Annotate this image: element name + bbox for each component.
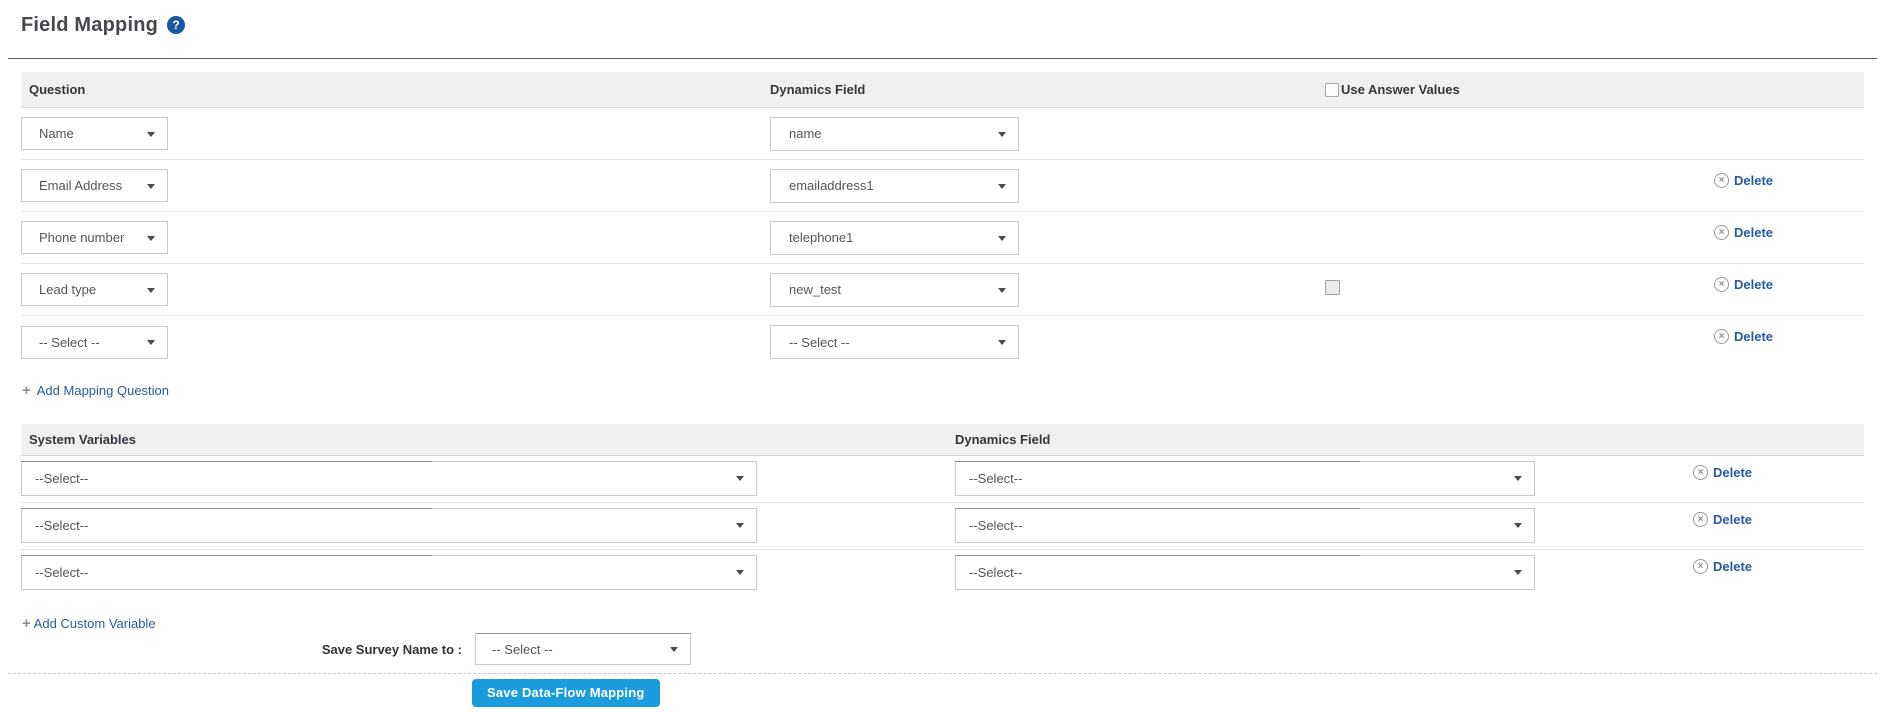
delete-circle-icon: × [1693,465,1708,480]
delete-link[interactable]: × Delete [1714,329,1773,344]
delete-circle-icon: × [1714,173,1729,188]
system-variable-row: --Select-- --Select-- × Delete [21,550,1864,597]
chevron-down-icon [998,236,1006,241]
save-survey-name-row: Save Survey Name to : -- Select -- [21,633,1864,666]
title-row: Field Mapping ? [21,12,1864,38]
dynamics-field-select[interactable]: --Select-- [955,555,1535,590]
question-select[interactable]: Lead type [21,273,168,306]
title-divider [8,58,1877,59]
chevron-down-icon [147,132,155,137]
chevron-down-icon [998,132,1006,137]
dynamics-field-select[interactable]: new_test [770,273,1019,307]
use-answer-values-row-checkbox[interactable] [1325,280,1340,295]
question-mapping-table: Question Dynamics Field Use Answer Value… [21,72,1864,368]
delete-link[interactable]: × Delete [1714,173,1773,188]
chevron-down-icon [670,647,678,652]
system-variables-column-header: System Variables [21,432,955,447]
add-mapping-question-link[interactable]: + Add Mapping Question [22,383,169,398]
question-select[interactable]: Phone number [21,221,168,254]
delete-link[interactable]: × Delete [1693,512,1752,527]
chevron-down-icon [998,340,1006,345]
use-answer-values-label: Use Answer Values [1341,82,1460,97]
mapping-row: Email Address emailaddress1 × Delete [21,160,1864,212]
question-select[interactable]: Name [21,117,168,150]
dynamics-field-column-header: Dynamics Field [955,432,1673,447]
question-select[interactable]: -- Select -- [21,326,168,359]
chevron-down-icon [736,570,744,575]
dynamics-field-select[interactable]: --Select-- [955,508,1535,543]
delete-link[interactable]: × Delete [1714,225,1773,240]
chevron-down-icon [1514,476,1522,481]
system-variable-select[interactable]: --Select-- [21,555,757,590]
dynamics-field-select[interactable]: emailaddress1 [770,169,1019,203]
system-variables-table: System Variables Dynamics Field --Select… [21,424,1864,597]
chevron-down-icon [147,340,155,345]
delete-circle-icon: × [1693,559,1708,574]
dynamics-field-column-header: Dynamics Field [770,82,1325,97]
chevron-down-icon [1514,570,1522,575]
mapping-row: Phone number telephone1 × Delete [21,212,1864,264]
delete-circle-icon: × [1693,512,1708,527]
delete-circle-icon: × [1714,225,1729,240]
save-survey-name-label: Save Survey Name to : [21,642,462,657]
plus-icon: + [22,615,31,632]
chevron-down-icon [736,523,744,528]
delete-link[interactable]: × Delete [1693,559,1752,574]
mapping-row: -- Select -- -- Select -- × Delete [21,316,1864,368]
mapping-table-header: Question Dynamics Field Use Answer Value… [21,72,1864,108]
dynamics-field-select[interactable]: name [770,117,1019,151]
chevron-down-icon [998,288,1006,293]
system-variable-row: --Select-- --Select-- × Delete [21,503,1864,550]
chevron-down-icon [1514,523,1522,528]
delete-circle-icon: × [1714,277,1729,292]
system-variables-header: System Variables Dynamics Field [21,424,1864,456]
chevron-down-icon [147,288,155,293]
chevron-down-icon [147,236,155,241]
plus-icon: + [22,384,31,398]
question-column-header: Question [21,82,770,97]
field-mapping-page: Field Mapping ? Question Dynamics Field … [0,0,1885,707]
delete-link[interactable]: × Delete [1693,465,1752,480]
save-survey-name-select[interactable]: -- Select -- [475,633,691,665]
dynamics-field-select[interactable]: telephone1 [770,221,1019,255]
question-select[interactable]: Email Address [21,169,168,202]
system-variable-row: --Select-- --Select-- × Delete [21,456,1864,503]
page-title: Field Mapping [21,14,158,37]
footer-dashed-divider [8,673,1877,674]
save-data-flow-mapping-button[interactable]: Save Data-Flow Mapping [472,679,660,707]
add-custom-variable-link[interactable]: + Add Custom Variable [22,616,1864,633]
chevron-down-icon [998,184,1006,189]
delete-link[interactable]: × Delete [1714,277,1773,292]
delete-circle-icon: × [1714,329,1729,344]
chevron-down-icon [736,476,744,481]
system-variable-select[interactable]: --Select-- [21,508,757,543]
mapping-row: Name name [21,108,1864,160]
chevron-down-icon [147,184,155,189]
mapping-row: Lead type new_test × Delete [21,264,1864,316]
system-variable-select[interactable]: --Select-- [21,461,757,496]
help-icon[interactable]: ? [167,16,185,34]
use-answer-values-checkbox[interactable] [1325,83,1339,97]
dynamics-field-select[interactable]: --Select-- [955,461,1535,496]
dynamics-field-select[interactable]: -- Select -- [770,325,1019,359]
